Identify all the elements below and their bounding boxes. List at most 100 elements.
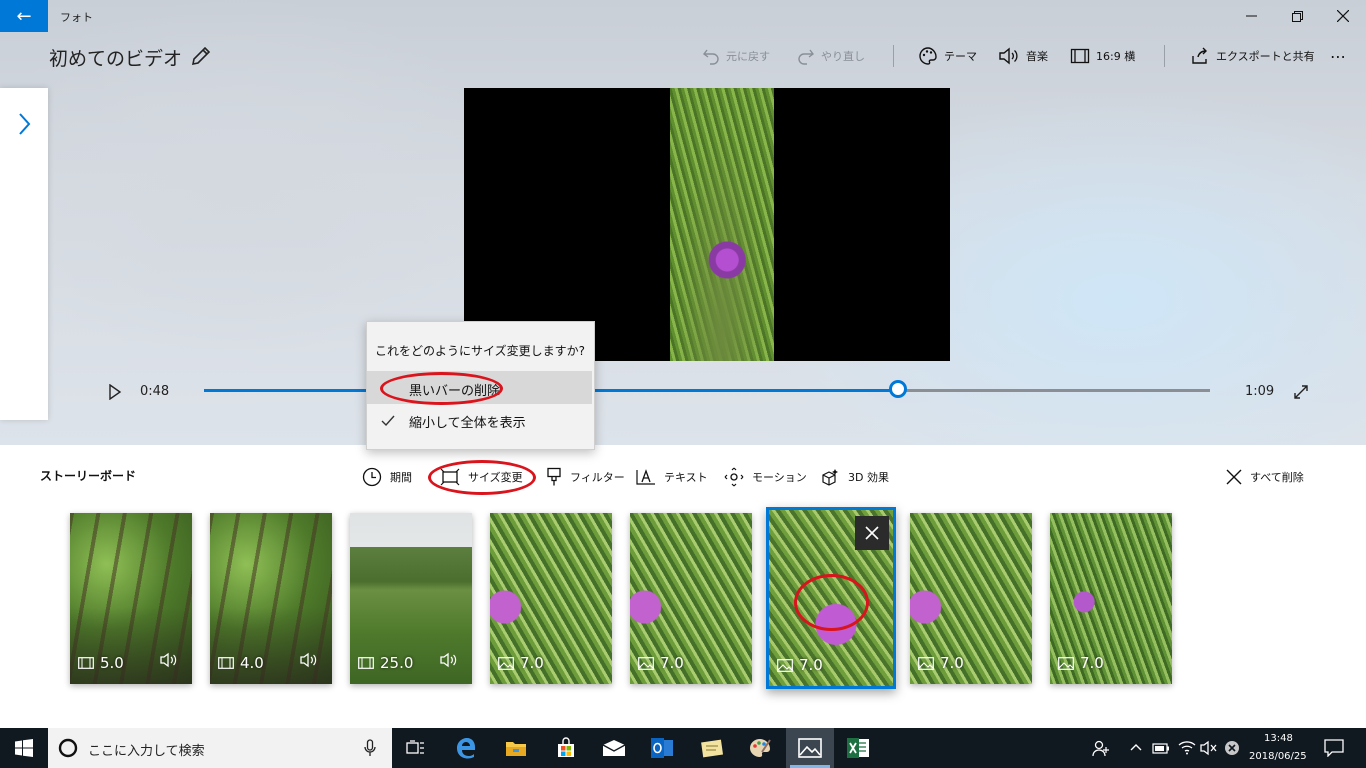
store-icon [558, 737, 574, 757]
excel-button[interactable] [834, 728, 882, 768]
task-view-button[interactable] [392, 728, 440, 768]
share-icon [1192, 47, 1207, 64]
windows-logo-icon [15, 739, 33, 757]
storyboard-clip-selected[interactable]: 7.0 [766, 507, 896, 689]
export-share-button[interactable]: エクスポートと共有 [1190, 44, 1315, 68]
3d-effects-button[interactable]: 3D 効果 [820, 466, 889, 488]
theme-label: テーマ [944, 50, 977, 63]
redo-icon [798, 49, 814, 65]
storyboard-clip[interactable]: 7.0 [910, 513, 1032, 684]
resize-button[interactable]: サイズ変更 [440, 466, 523, 488]
seek-thumb[interactable] [889, 380, 907, 398]
current-time: 0:48 [140, 384, 170, 399]
more-options-button[interactable]: ⋯ [1330, 44, 1346, 68]
resize-icon [440, 468, 460, 486]
mail-button[interactable] [590, 728, 638, 768]
theme-button[interactable]: テーマ [918, 44, 977, 68]
pencil-icon[interactable] [189, 44, 213, 68]
fullscreen-icon[interactable] [1292, 383, 1310, 401]
play-icon[interactable] [108, 384, 122, 400]
motion-icon [724, 467, 744, 487]
storyboard-clip[interactable]: 7.0 [1050, 513, 1172, 684]
clip-duration-value: 7.0 [660, 654, 684, 672]
back-button[interactable]: ← [0, 0, 48, 32]
paint-button[interactable] [736, 728, 784, 768]
remove-clip-button[interactable] [855, 516, 889, 550]
speaker-icon[interactable] [440, 652, 460, 668]
action-center-icon[interactable] [1324, 739, 1344, 757]
duration-button[interactable]: 期間 [362, 466, 412, 488]
storyboard-clip[interactable]: 5.0 [70, 513, 192, 684]
search-placeholder: ここに入力して検索 [88, 744, 205, 759]
ime-disabled-icon[interactable] [1224, 740, 1240, 756]
redo-label: やり直し [821, 50, 865, 63]
notes-app-button[interactable] [688, 728, 736, 768]
speaker-icon[interactable] [300, 652, 320, 668]
close-icon [1226, 469, 1242, 485]
app-title: フォト [60, 11, 93, 24]
taskbar-clock-date[interactable]: 2018/06/25 [1249, 751, 1307, 762]
undo-icon [703, 49, 719, 65]
battery-icon[interactable] [1152, 741, 1170, 755]
clip-duration: 7.0 [498, 654, 544, 672]
music-button[interactable]: 音楽 [998, 44, 1048, 68]
mail-icon [602, 740, 626, 756]
photo-icon [638, 656, 654, 670]
edge-button[interactable] [442, 728, 490, 768]
divider [1164, 45, 1165, 67]
close-button[interactable] [1320, 0, 1366, 32]
export-share-label: エクスポートと共有 [1216, 50, 1315, 63]
text-icon [636, 469, 655, 485]
clock-icon [362, 467, 382, 487]
paint-palette-icon [750, 739, 771, 757]
storyboard-clip[interactable]: 4.0 [210, 513, 332, 684]
wifi-icon[interactable] [1178, 739, 1196, 755]
remove-black-bars-option[interactable]: 黒いバーの削除 [367, 371, 592, 405]
explorer-button[interactable] [492, 728, 540, 768]
volume-muted-icon[interactable] [1200, 740, 1218, 756]
storyboard-clip[interactable]: 25.0 [350, 513, 472, 684]
clip-duration: 7.0 [638, 654, 684, 672]
microphone-icon[interactable] [364, 739, 376, 757]
clip-duration-value: 25.0 [380, 654, 414, 672]
redo-button[interactable]: やり直し [797, 44, 865, 68]
people-icon[interactable] [1092, 739, 1110, 757]
music-label: 音楽 [1026, 50, 1048, 63]
task-view-icon [406, 740, 424, 754]
motion-button[interactable]: モーション [724, 466, 807, 488]
chevron-up-icon[interactable] [1130, 743, 1142, 751]
restore-icon [1291, 10, 1303, 22]
undo-button[interactable]: 元に戻す [702, 44, 770, 68]
storyboard-clip[interactable]: 7.0 [630, 513, 752, 684]
clip-duration: 4.0 [218, 654, 264, 672]
filter-icon [547, 467, 561, 486]
minimize-icon [1245, 15, 1257, 17]
storyboard-heading: ストーリーボード [40, 469, 137, 483]
shrink-to-fit-option[interactable]: 縮小して全体を表示 [367, 404, 592, 437]
project-library-panel[interactable] [0, 88, 48, 420]
photos-button[interactable] [786, 728, 834, 768]
aspect-ratio-button[interactable]: 16:9 横 [1070, 44, 1135, 68]
outlook-button[interactable] [638, 728, 686, 768]
clip-duration-value: 7.0 [520, 654, 544, 672]
duration-label: 期間 [390, 471, 412, 484]
clip-duration: 5.0 [78, 654, 124, 672]
storyboard-clip[interactable]: 7.0 [490, 513, 612, 684]
speaker-icon[interactable] [160, 652, 180, 668]
photo-icon [777, 658, 793, 672]
text-button[interactable]: テキスト [636, 466, 708, 488]
excel-icon [847, 738, 869, 758]
notes-icon [701, 739, 724, 758]
filters-label: フィルター [570, 471, 625, 484]
clip-duration: 7.0 [777, 656, 823, 674]
filters-button[interactable]: フィルター [546, 466, 625, 488]
taskbar-clock-time[interactable]: 13:48 [1264, 733, 1293, 744]
video-icon [78, 657, 94, 669]
chevron-right-icon[interactable] [14, 112, 34, 136]
taskbar-search[interactable]: ここに入力して検索 [48, 728, 392, 768]
restore-button[interactable] [1274, 0, 1320, 32]
start-button[interactable] [0, 728, 48, 768]
store-button[interactable] [542, 728, 590, 768]
remove-all-button[interactable]: すべて削除 [1226, 466, 1304, 488]
minimize-button[interactable] [1228, 0, 1274, 32]
